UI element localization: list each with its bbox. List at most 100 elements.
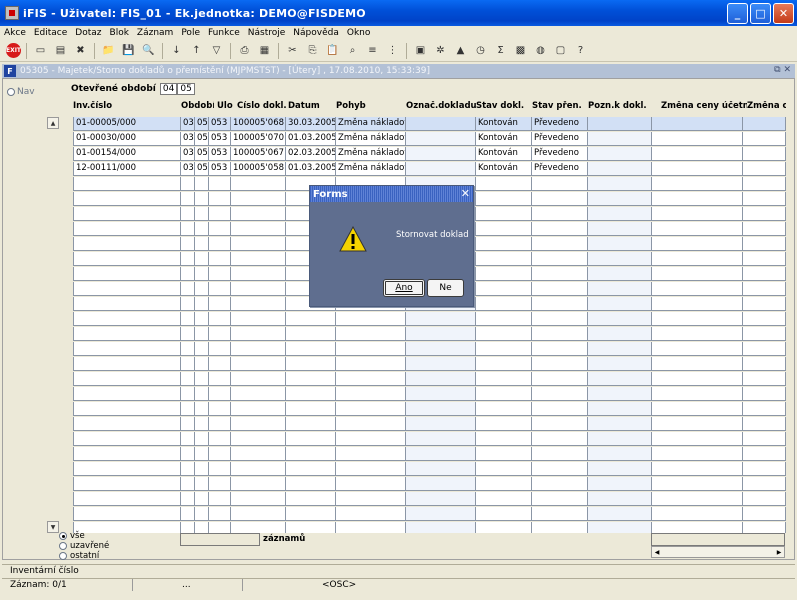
menu-zaznam[interactable]: Záznam	[137, 28, 173, 38]
table-row[interactable]: 01-00030/000 03 05 053 100005'070 01.03.2005 …	[71, 132, 786, 146]
col-header-zmena-c[interactable]: Změna c	[747, 101, 786, 115]
table-cell[interactable]	[231, 507, 286, 521]
table-cell[interactable]	[532, 312, 588, 326]
table-cell[interactable]	[286, 477, 336, 491]
table-cell[interactable]	[588, 132, 652, 146]
table-cell[interactable]	[73, 492, 181, 506]
table-cell[interactable]: Převedeno	[532, 117, 588, 131]
table-cell[interactable]	[588, 177, 652, 191]
table-cell[interactable]	[406, 462, 476, 476]
table-cell[interactable]	[406, 522, 476, 533]
table-cell[interactable]	[286, 492, 336, 506]
table-cell[interactable]	[181, 177, 195, 191]
table-cell[interactable]	[652, 177, 743, 191]
table-cell[interactable]	[73, 222, 181, 236]
table-cell[interactable]	[743, 207, 786, 221]
paste-icon[interactable]: 📋	[324, 42, 341, 59]
table-cell[interactable]	[286, 417, 336, 431]
table-cell[interactable]	[476, 207, 532, 221]
table-cell[interactable]: 053	[209, 132, 231, 146]
table-cell[interactable]	[181, 447, 195, 461]
table-cell[interactable]	[532, 192, 588, 206]
menu-akce[interactable]: Akce	[4, 28, 26, 38]
table-cell[interactable]	[181, 477, 195, 491]
table-cell[interactable]	[231, 282, 286, 296]
insert-record-icon[interactable]: ▤	[52, 42, 69, 59]
table-cell[interactable]	[286, 432, 336, 446]
col-header-pozn[interactable]: Pozn.k dokl.	[588, 101, 652, 115]
table-cell[interactable]	[181, 297, 195, 311]
table-cell[interactable]	[286, 312, 336, 326]
table-row[interactable]	[71, 342, 786, 356]
table-cell[interactable]	[195, 447, 209, 461]
table-cell[interactable]	[476, 267, 532, 281]
table-cell[interactable]	[588, 297, 652, 311]
table-cell[interactable]	[231, 432, 286, 446]
table-cell[interactable]	[231, 327, 286, 341]
settings-icon[interactable]: ✲	[432, 42, 449, 59]
table-cell[interactable]	[209, 507, 231, 521]
table-cell[interactable]	[195, 402, 209, 416]
radio-closed[interactable]	[59, 542, 67, 550]
exit-icon[interactable]: EXIT	[6, 43, 21, 58]
table-cell[interactable]	[195, 507, 209, 521]
table-cell[interactable]: Převedeno	[532, 147, 588, 161]
table-cell[interactable]	[406, 417, 476, 431]
table-cell[interactable]	[652, 222, 743, 236]
table-row[interactable]	[71, 447, 786, 461]
table-cell[interactable]	[209, 477, 231, 491]
table-cell[interactable]	[73, 267, 181, 281]
excel-icon[interactable]: ▩	[512, 42, 529, 59]
table-cell[interactable]	[195, 417, 209, 431]
table-cell[interactable]	[231, 342, 286, 356]
table-cell[interactable]	[743, 297, 786, 311]
radio-other[interactable]	[59, 552, 67, 560]
table-cell[interactable]	[231, 387, 286, 401]
menu-okno[interactable]: Okno	[347, 28, 371, 38]
menu-funkce[interactable]: Funkce	[208, 28, 240, 38]
table-cell[interactable]	[181, 357, 195, 371]
table-cell[interactable]	[336, 312, 406, 326]
col-header-pohyb[interactable]: Pohyb	[336, 101, 406, 115]
table-cell[interactable]	[209, 357, 231, 371]
table-cell[interactable]: 03	[181, 147, 195, 161]
table-cell[interactable]	[231, 492, 286, 506]
table-cell[interactable]	[652, 432, 743, 446]
table-cell[interactable]	[406, 117, 476, 131]
table-cell[interactable]	[406, 432, 476, 446]
table-cell[interactable]	[476, 177, 532, 191]
table-cell[interactable]	[195, 252, 209, 266]
table-cell[interactable]	[73, 177, 181, 191]
table-cell[interactable]	[652, 252, 743, 266]
table-cell[interactable]	[532, 492, 588, 506]
table-cell[interactable]	[73, 432, 181, 446]
table-cell[interactable]	[336, 357, 406, 371]
table-cell[interactable]	[743, 507, 786, 521]
table-cell[interactable]	[476, 402, 532, 416]
menu-nastroje[interactable]: Nástroje	[248, 28, 286, 38]
columns-icon[interactable]: ⋮	[384, 42, 401, 59]
table-cell[interactable]	[209, 372, 231, 386]
table-cell[interactable]: 05	[195, 117, 209, 131]
table-cell[interactable]	[743, 147, 786, 161]
table-cell[interactable]: 100005'058	[231, 162, 286, 176]
table-cell[interactable]	[73, 312, 181, 326]
table-cell[interactable]	[588, 432, 652, 446]
table-cell[interactable]	[181, 342, 195, 356]
table-cell[interactable]	[476, 432, 532, 446]
table-cell[interactable]	[336, 432, 406, 446]
table-cell[interactable]	[73, 357, 181, 371]
table-cell[interactable]	[286, 507, 336, 521]
table-cell[interactable]	[532, 237, 588, 251]
query-icon[interactable]: 🔍	[140, 42, 157, 59]
preview-icon[interactable]: ▦	[256, 42, 273, 59]
table-cell[interactable]	[588, 372, 652, 386]
scroll-left-icon[interactable]: ◀	[652, 547, 662, 557]
table-cell[interactable]	[652, 132, 743, 146]
table-cell[interactable]	[181, 462, 195, 476]
table-cell[interactable]	[588, 267, 652, 281]
table-cell[interactable]	[476, 417, 532, 431]
delete-record-icon[interactable]: ✖	[72, 42, 89, 59]
table-cell[interactable]	[181, 372, 195, 386]
table-cell[interactable]	[209, 312, 231, 326]
